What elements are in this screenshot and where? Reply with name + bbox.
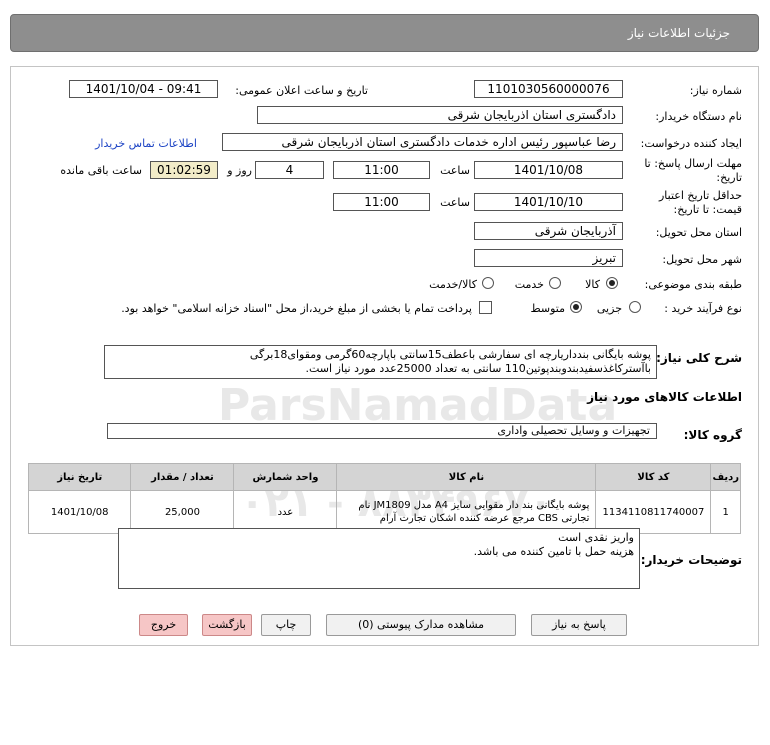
col-date: تاریخ نیاز	[27, 463, 132, 491]
category-radio-service[interactable]	[549, 277, 561, 289]
row-date: 1401/10/08	[27, 490, 132, 534]
validity-label-date: قیمت: تا تاریخ:	[673, 203, 742, 216]
reply-button[interactable]: پاسخ به نیاز	[531, 614, 627, 636]
back-button[interactable]: بازگشت	[202, 614, 252, 636]
goods-table: ردیف کد کالا نام کالا واحد شمارش تعداد /…	[27, 463, 741, 534]
treasury-checkbox[interactable]	[479, 301, 492, 314]
category-radio-goods[interactable]	[606, 277, 618, 289]
creator-label: ایجاد کننده درخواست:	[640, 137, 742, 150]
validity-date-field: 1401/10/10	[474, 193, 623, 211]
validity-label: حداقل تاریخ اعتبار	[658, 189, 742, 202]
buyer-notes-label: توضیحات خریدار:	[640, 553, 742, 567]
deadline-label: مهلت ارسال پاسخ: تا	[644, 157, 742, 170]
category-option-goods: کالا	[585, 278, 600, 291]
col-index: ردیف	[710, 463, 741, 491]
treasury-text: پرداخت تمام یا بخشی از مبلغ خرید،از محل …	[121, 302, 472, 315]
buyer-notes-line1: واریز نقدی است	[558, 531, 634, 544]
goods-section-title: اطلاعات کالاهای مورد نیاز	[587, 390, 742, 404]
city-label: شهر محل تحویل:	[662, 253, 742, 266]
row-name-line2: تجارتی CBS مرجع عرضه کننده اشکان تجارت آ…	[379, 513, 590, 524]
remaining-time-field: 01:02:59	[150, 161, 218, 179]
validity-time-field: 11:00	[333, 193, 430, 211]
creator-field: رضا عباسپور رئیس اداره خدمات دادگستری اس…	[222, 133, 623, 151]
col-qty: تعداد / مقدار	[130, 463, 235, 491]
deadline-label-date: تاریخ:	[716, 171, 742, 184]
process-radio-medium[interactable]	[570, 301, 582, 313]
validity-time-label: ساعت	[440, 196, 470, 209]
row-index: 1	[710, 490, 741, 534]
buyer-notes-line2: هزینه حمل با تامین کننده می باشد.	[473, 545, 634, 558]
buyer-org-label: نام دستگاه خریدار:	[655, 110, 742, 123]
province-field: آذربایجان شرقی	[474, 222, 623, 240]
print-button[interactable]: چاپ	[261, 614, 311, 636]
days-field: 4	[255, 161, 324, 179]
city-field: تبریز	[474, 249, 623, 267]
exit-button[interactable]: خروج	[139, 614, 188, 636]
row-name-line1: پوشه بایگانی بند دار مقوایی سایز A4 مدل …	[358, 500, 590, 511]
buyer-org-field: دادگستری استان اذربایجان شرقی	[257, 106, 623, 124]
category-label: طبقه بندی موضوعی:	[644, 278, 742, 291]
goods-group-field: تجهیزات و وسایل تحصیلی واداری	[107, 423, 657, 439]
deadline-date-field: 1401/10/08	[474, 161, 623, 179]
process-option-medium: متوسط	[530, 302, 565, 315]
need-number-label: شماره نیاز:	[689, 84, 742, 97]
buyer-contact-link[interactable]: اطلاعات تماس خریدار	[95, 137, 197, 150]
col-unit: واحد شمارش	[233, 463, 338, 491]
deadline-time-field: 11:00	[333, 161, 430, 179]
category-option-service: خدمت	[514, 278, 544, 291]
process-label: نوع فرآیند خرید :	[664, 302, 742, 315]
summary-label: شرح کلی نیاز:	[656, 351, 742, 365]
deadline-time-label: ساعت	[440, 164, 470, 177]
col-code: کد کالا	[595, 463, 712, 491]
goods-table-header: ردیف کد کالا نام کالا واحد شمارش تعداد /…	[27, 463, 741, 491]
page-header: جزئیات اطلاعات نیاز	[10, 14, 759, 52]
announce-datetime-field: 1401/10/04 - 09:41	[69, 80, 218, 98]
announce-label: تاریخ و ساعت اعلان عمومی:	[235, 84, 368, 97]
process-option-minor: جزیی	[596, 302, 622, 315]
view-documents-button[interactable]: مشاهده مدارک پیوستی (0)	[326, 614, 516, 636]
days-label: روز و	[227, 164, 252, 177]
process-radio-minor[interactable]	[629, 301, 641, 313]
buyer-notes-box: واریز نقدی است هزینه حمل با تامین کننده …	[118, 528, 640, 589]
category-option-goods-service: کالا/خدمت	[429, 278, 477, 291]
col-name: نام کالا	[336, 463, 597, 491]
need-number-field: 1101030560000076	[474, 80, 623, 98]
page-title: جزئیات اطلاعات نیاز	[627, 26, 730, 40]
summary-text: پوشه بایگانی بندداریارچه ای سفارشی باعطف…	[104, 345, 657, 379]
remaining-label: ساعت باقی مانده	[60, 164, 142, 177]
goods-group-label: گروه کالا:	[683, 428, 742, 442]
category-radio-goods-service[interactable]	[482, 277, 494, 289]
province-label: استان محل تحویل:	[655, 226, 742, 239]
